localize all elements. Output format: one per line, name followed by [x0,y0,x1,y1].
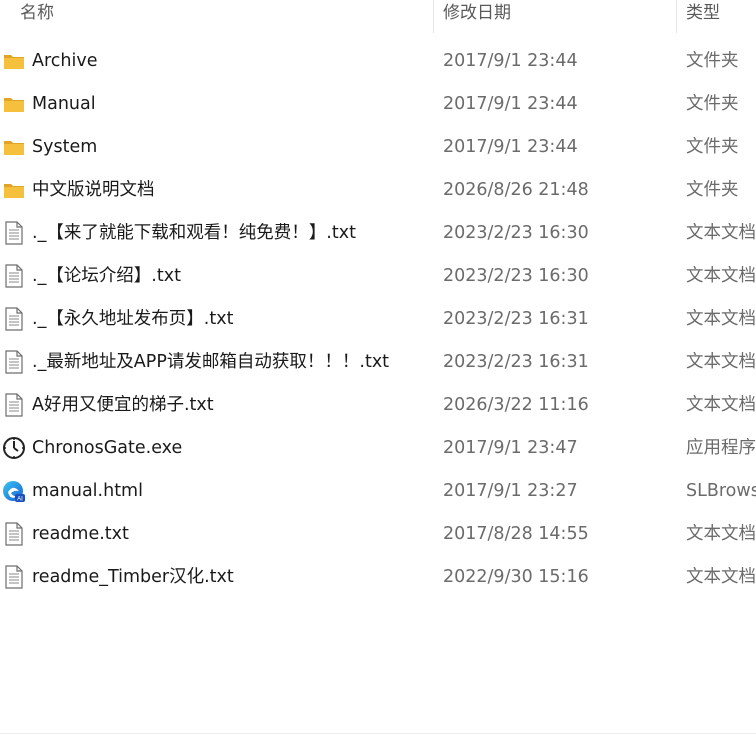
file-type: 文件夹 [686,51,739,71]
file-type: 文本文档 [686,309,756,329]
folder-icon [3,135,25,159]
text-file-icon [3,565,25,589]
file-type: 文本文档 [686,352,756,372]
file-modified-date: 2023/2/23 16:30 [443,266,589,286]
svg-text:AI: AI [17,497,23,503]
file-list: Archive 2017/9/1 23:44 文件夹 Manual 2017/9/1 2… [0,40,756,599]
file-row[interactable]: System 2017/9/1 23:44 文件夹 [0,126,756,169]
file-modified-date: 2026/8/26 21:48 [443,180,589,200]
file-type: 文本文档 [686,567,756,587]
file-modified-date: 2017/8/28 14:55 [443,524,589,544]
file-modified-date: 2023/2/23 16:31 [443,309,589,329]
file-type: 应用程序 [686,438,756,458]
file-modified-date: 2017/9/1 23:47 [443,438,578,458]
folder-icon [3,178,25,202]
file-name: A好用又便宜的梯子.txt [32,395,214,415]
folder-icon [3,49,25,73]
file-row[interactable]: ChronosGate.exe 2017/9/1 23:47 应用程序 [0,427,756,470]
file-name: manual.html [32,481,143,501]
file-row[interactable]: 中文版说明文档 2026/8/26 21:48 文件夹 [0,169,756,212]
folder-icon [3,92,25,116]
file-name: System [32,137,98,157]
file-type: SLBrowser [686,481,756,501]
file-type: 文本文档 [686,223,756,243]
file-name: ._最新地址及APP请发邮箱自动获取！！！.txt [32,352,390,372]
text-file-icon [3,221,25,245]
file-row[interactable]: ._【论坛介绍】.txt 2023/2/23 16:30 文本文档 [0,255,756,298]
column-header-type[interactable]: 类型 [676,0,756,33]
column-header-name[interactable]: 名称 [10,0,432,33]
file-type: 文件夹 [686,94,739,114]
file-type: 文件夹 [686,180,739,200]
file-name: ._【永久地址发布页】.txt [32,309,234,329]
text-file-icon [3,307,25,331]
file-row[interactable]: AI manual.html 2017/9/1 23:27 SLBrowser [0,470,756,513]
file-row[interactable]: Manual 2017/9/1 23:44 文件夹 [0,83,756,126]
file-type: 文件夹 [686,137,739,157]
file-name: Archive [32,51,98,71]
file-modified-date: 2022/9/30 15:16 [443,567,589,587]
file-row[interactable]: A好用又便宜的梯子.txt 2026/3/22 11:16 文本文档 [0,384,756,427]
clock-app-icon [2,436,26,460]
file-modified-date: 2017/9/1 23:27 [443,481,578,501]
file-name: 中文版说明文档 [32,180,155,200]
file-name: readme_Timber汉化.txt [32,567,234,587]
file-row[interactable]: Archive 2017/9/1 23:44 文件夹 [0,40,756,83]
file-row[interactable]: ._【来了就能下载和观看！纯免费！】.txt 2023/2/23 16:30 文本文… [0,212,756,255]
file-row[interactable]: readme_Timber汉化.txt 2022/9/30 15:16 文本文档 [0,556,756,599]
browser-html-icon: AI [2,479,26,503]
file-modified-date: 2017/9/1 23:44 [443,51,578,71]
file-row[interactable]: ._最新地址及APP请发邮箱自动获取！！！.txt 2023/2/23 16:31… [0,341,756,384]
column-header-bar: 名称 修改日期 类型 [0,0,756,33]
text-file-icon [3,393,25,417]
text-file-icon [3,522,25,546]
file-type: 文本文档 [686,266,756,286]
file-type: 文本文档 [686,524,756,544]
file-type: 文本文档 [686,395,756,415]
text-file-icon [3,264,25,288]
file-name: readme.txt [32,524,129,544]
file-row[interactable]: ._【永久地址发布页】.txt 2023/2/23 16:31 文本文档 [0,298,756,341]
file-name: ChronosGate.exe [32,438,183,458]
file-modified-date: 2023/2/23 16:30 [443,223,589,243]
file-modified-date: 2026/3/22 11:16 [443,395,589,415]
file-modified-date: 2023/2/23 16:31 [443,352,589,372]
file-modified-date: 2017/9/1 23:44 [443,137,578,157]
file-name: Manual [32,94,96,114]
file-name: ._【来了就能下载和观看！纯免费！】.txt [32,223,356,243]
file-name: ._【论坛介绍】.txt [32,266,181,286]
file-modified-date: 2017/9/1 23:44 [443,94,578,114]
list-bottom-border [0,733,756,734]
file-row[interactable]: readme.txt 2017/8/28 14:55 文本文档 [0,513,756,556]
column-header-date[interactable]: 修改日期 [433,0,676,33]
text-file-icon [3,350,25,374]
